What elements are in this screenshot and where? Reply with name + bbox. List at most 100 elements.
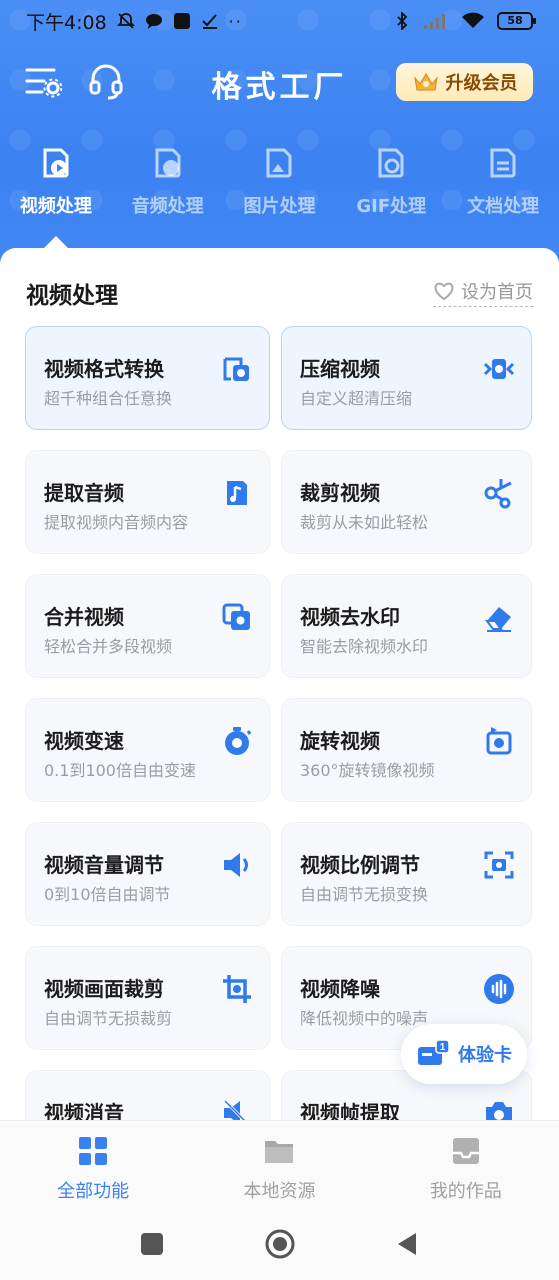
menu-settings-icon[interactable] [24, 64, 62, 100]
tool-card-crop[interactable]: 视频画面裁剪 自由调节无损裁剪 [25, 946, 270, 1050]
nav-all-features[interactable]: 全部功能 [0, 1121, 186, 1206]
tool-card-mute[interactable]: 视频消音 [25, 1070, 270, 1120]
bottom-nav: 全部功能 本地资源 我的作品 [0, 1120, 559, 1206]
vip-label: 升级会员 [445, 73, 518, 94]
bluetooth-icon [397, 12, 408, 30]
tool-subtitle: 自定义超清压缩 [300, 389, 413, 408]
speaker-icon [224, 853, 248, 877]
status-time: 下午4:08 [26, 11, 107, 34]
tab-image[interactable]: 图片处理 [224, 146, 336, 236]
stopwatch-icon [225, 727, 252, 755]
check-task-icon [201, 14, 217, 29]
ticket-icon: 1 [418, 1039, 450, 1065]
signal-icon [424, 14, 445, 29]
tool-card-merge[interactable]: 合并视频 轻松合并多段视频 [25, 574, 270, 678]
mute-icon [223, 1099, 247, 1120]
inbox-icon [452, 1138, 479, 1164]
tool-title: 视频降噪 [300, 977, 380, 1001]
heart-icon [434, 282, 454, 301]
back-icon[interactable] [394, 1230, 422, 1258]
gif-file-icon [378, 148, 404, 178]
image-file-icon [266, 148, 292, 178]
tool-title: 合并视频 [44, 605, 124, 629]
chat-bubble-icon [145, 14, 162, 29]
tool-subtitle: 超千种组合任意换 [44, 389, 173, 408]
tool-title: 视频格式转换 [44, 357, 164, 381]
category-tabs: 视频处理 音频处理 图片处理 GIF处理 文档处理 [0, 146, 559, 236]
section-title: 视频处理 [26, 283, 118, 309]
audio-file-icon [155, 148, 181, 178]
status-bar: 下午4:08 ·· 58 [0, 0, 559, 42]
set-home-label: 设为首页 [461, 282, 533, 303]
upgrade-vip-button[interactable]: 升级会员 [396, 63, 533, 101]
top-bar: 格式工厂 升级会员 [0, 52, 559, 112]
soundwave-icon [484, 974, 514, 1004]
tool-card-convert[interactable]: 视频格式转换 超千种组合任意换 [25, 326, 270, 430]
tab-audio[interactable]: 音频处理 [112, 146, 224, 236]
merge-video-icon [222, 603, 250, 630]
tab-video[interactable]: 视频处理 [0, 146, 112, 236]
tool-card-trim[interactable]: 裁剪视频 裁剪从未如此轻松 [281, 450, 532, 554]
home-icon[interactable] [264, 1228, 296, 1260]
tool-title: 旋转视频 [300, 729, 380, 753]
active-tab-pointer [44, 236, 68, 248]
crown-icon [413, 73, 438, 91]
trial-card-button[interactable]: 1 体验卡 [401, 1024, 527, 1084]
tab-label: 文档处理 [467, 196, 540, 217]
tool-card-extract-audio[interactable]: 提取音频 提取视频内音频内容 [25, 450, 270, 554]
tool-title: 裁剪视频 [300, 481, 380, 505]
tool-title: 视频音量调节 [44, 853, 164, 877]
tool-subtitle: 360°旋转镜像视频 [300, 761, 435, 780]
tool-subtitle: 降低视频中的噪声 [300, 1009, 429, 1028]
tab-gif[interactable]: GIF处理 [335, 146, 447, 236]
convert-video-icon [223, 357, 249, 381]
nav-label: 我的作品 [429, 1181, 502, 1202]
trial-badge: 1 [440, 1042, 446, 1053]
tool-card-compress[interactable]: 压缩视频 自定义超清压缩 [281, 326, 532, 430]
music-note-icon [227, 481, 247, 505]
tool-card-aspect-ratio[interactable]: 视频比例调节 自由调节无损变换 [281, 822, 532, 926]
folder-icon [265, 1141, 294, 1163]
tool-title: 视频去水印 [300, 605, 400, 629]
document-file-icon [490, 148, 516, 178]
battery-indicator: 58 [497, 12, 536, 30]
camera-icon [486, 1102, 512, 1120]
grid-icon [79, 1137, 108, 1165]
headset-icon[interactable] [88, 62, 124, 100]
tool-subtitle: 自由调节无损裁剪 [44, 1009, 173, 1028]
set-homepage-button[interactable]: 设为首页 [433, 278, 533, 307]
tool-card-remove-watermark[interactable]: 视频去水印 智能去除视频水印 [281, 574, 532, 678]
video-file-icon [43, 148, 69, 178]
crop-icon [223, 975, 251, 1003]
tool-title: 压缩视频 [300, 357, 380, 381]
eraser-icon [485, 607, 511, 632]
tool-card-speed[interactable]: 视频变速 0.1到100倍自由变速 [25, 698, 270, 802]
tool-title: 视频比例调节 [300, 853, 420, 877]
tab-label: 图片处理 [243, 196, 316, 217]
tool-title: 视频画面裁剪 [44, 977, 164, 1001]
square-app-icon [173, 13, 190, 29]
more-dots-icon: ·· [228, 11, 243, 31]
recent-apps-icon[interactable] [138, 1230, 166, 1258]
tool-title: 提取音频 [44, 481, 124, 505]
trial-label: 体验卡 [458, 1045, 512, 1066]
tool-card-volume[interactable]: 视频音量调节 0到10倍自由调节 [25, 822, 270, 926]
rotate-video-icon [486, 727, 512, 755]
aspect-ratio-icon [484, 851, 514, 879]
tab-document[interactable]: 文档处理 [447, 146, 559, 236]
tool-subtitle: 提取视频内音频内容 [44, 513, 189, 532]
nav-local-resources[interactable]: 本地资源 [186, 1121, 372, 1206]
tool-subtitle: 0到10倍自由调节 [44, 885, 171, 904]
tool-subtitle: 裁剪从未如此轻松 [300, 513, 429, 532]
tool-subtitle: 0.1到100倍自由变速 [44, 761, 196, 780]
tool-subtitle: 自由调节无损变换 [300, 885, 429, 904]
tool-sheet: 视频处理 设为首页 视频格式转换 超千种组合任意换 压缩视频 自定义超清压缩 提… [0, 248, 559, 1120]
wifi-icon [462, 12, 484, 28]
tool-title: 视频变速 [44, 729, 124, 753]
tool-subtitle: 轻松合并多段视频 [44, 637, 173, 656]
compress-video-icon [483, 359, 515, 379]
nav-my-works[interactable]: 我的作品 [373, 1121, 559, 1206]
nav-label: 本地资源 [243, 1181, 316, 1202]
tool-card-rotate[interactable]: 旋转视频 360°旋转镜像视频 [281, 698, 532, 802]
nav-label: 全部功能 [57, 1181, 130, 1202]
